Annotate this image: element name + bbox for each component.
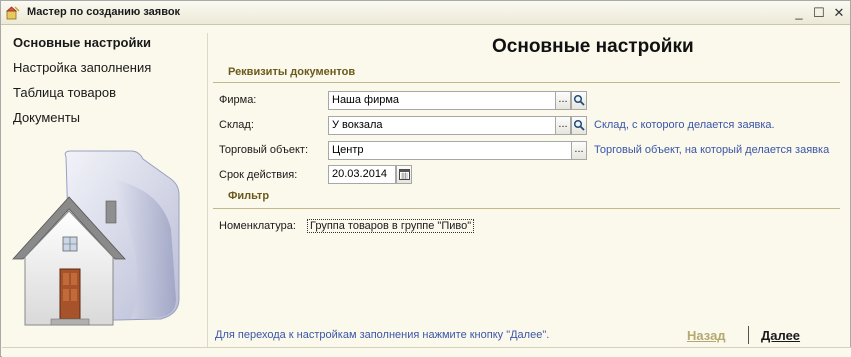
nomenclature-filter-link[interactable]: Группа товаров в группе "Пиво"	[307, 219, 475, 233]
valid-until-field[interactable]: 20.03.2014	[328, 165, 396, 184]
group-divider	[213, 208, 840, 209]
nomenclature-label: Номенклатура:	[219, 220, 296, 232]
magnifier-icon	[573, 94, 585, 106]
minimize-icon[interactable]: _	[790, 4, 808, 21]
trade-object-select-button[interactable]: ...	[571, 141, 587, 160]
calendar-icon	[398, 169, 410, 180]
firm-label: Фирма:	[219, 94, 257, 106]
sidebar-item-fill-settings[interactable]: Настройка заполнения	[13, 60, 151, 75]
magnifier-icon	[573, 119, 585, 131]
firm-search-button[interactable]	[571, 91, 587, 110]
folder-house-icon	[12, 150, 180, 326]
sidebar-item-goods-table[interactable]: Таблица товаров	[13, 85, 116, 100]
window-title: Мастер по созданию заявок	[27, 6, 181, 18]
button-divider	[748, 326, 749, 344]
firm-field[interactable]: Наша фирма	[328, 91, 556, 110]
title-bar: Мастер по созданию заявок _ ☐ ✕	[1, 1, 850, 25]
trade-object-field[interactable]: Центр	[328, 141, 572, 160]
close-icon[interactable]: ✕	[830, 4, 848, 21]
warehouse-hint: Склад, с которого делается заявка.	[594, 119, 775, 131]
window-bottom-edge	[2, 347, 851, 357]
next-button[interactable]: Далее	[761, 328, 800, 343]
main-panel: Основные настройки Реквизиты документов …	[209, 26, 850, 347]
warehouse-search-button[interactable]	[571, 116, 587, 135]
group-title-requisites: Реквизиты документов	[228, 66, 356, 78]
trade-object-hint: Торговый объект, на который делается зая…	[594, 144, 830, 156]
back-button[interactable]: Назад	[687, 328, 726, 343]
group-title-filter: Фильтр	[228, 190, 270, 202]
trade-object-label: Торговый объект:	[219, 144, 309, 156]
group-divider	[213, 82, 840, 83]
calendar-button[interactable]	[396, 165, 412, 184]
warehouse-field[interactable]: У вокзала	[328, 116, 556, 135]
app-icon	[6, 6, 20, 20]
sidebar-item-basic-settings[interactable]: Основные настройки	[13, 35, 151, 50]
sidebar-divider	[207, 33, 208, 347]
warehouse-label: Склад:	[219, 119, 254, 131]
firm-select-button[interactable]: ...	[555, 91, 571, 110]
warehouse-select-button[interactable]: ...	[555, 116, 571, 135]
sidebar-item-documents[interactable]: Документы	[13, 110, 80, 125]
page-title: Основные настройки	[492, 36, 694, 57]
wizard-window: Мастер по созданию заявок _ ☐ ✕ Основные…	[0, 0, 851, 357]
maximize-icon[interactable]: ☐	[810, 4, 828, 21]
footer-hint: Для перехода к настройкам заполнения наж…	[215, 329, 550, 341]
valid-until-label: Срок действия:	[219, 169, 298, 181]
